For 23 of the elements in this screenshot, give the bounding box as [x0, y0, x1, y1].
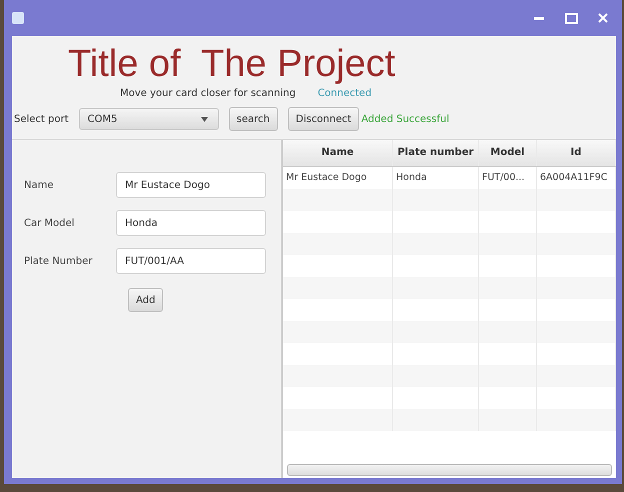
close-icon — [598, 13, 608, 23]
connection-status: Connected — [318, 88, 372, 99]
caret-icon — [200, 116, 208, 122]
column-header[interactable]: Plate number — [393, 140, 479, 166]
horizontal-scrollbar[interactable] — [287, 464, 612, 476]
project-title: Title of The Project — [67, 42, 396, 86]
column-header[interactable]: Name — [283, 140, 393, 166]
column-header[interactable]: Id — [537, 140, 616, 166]
disconnect-button[interactable]: Disconnect — [288, 107, 360, 131]
search-button[interactable]: search — [228, 107, 278, 131]
add-button[interactable]: Add — [128, 288, 164, 312]
column-header[interactable]: Model — [479, 140, 537, 166]
result-message: Added Successful — [361, 114, 450, 124]
field-label: Car Model — [24, 218, 76, 228]
field-label: Name — [24, 180, 55, 190]
input-field[interactable]: Honda — [116, 210, 266, 236]
port-dropdown[interactable]: COM5 — [78, 108, 219, 130]
input-field[interactable]: Mr Eustace Dogo — [116, 172, 266, 198]
field-label: Plate Number — [24, 256, 94, 266]
input-field[interactable]: FUT/001/AA — [116, 248, 266, 274]
port-label: Select port — [14, 114, 69, 124]
scan-message: Move your card closer for scanning — [120, 88, 296, 99]
app-icon — [12, 12, 24, 24]
